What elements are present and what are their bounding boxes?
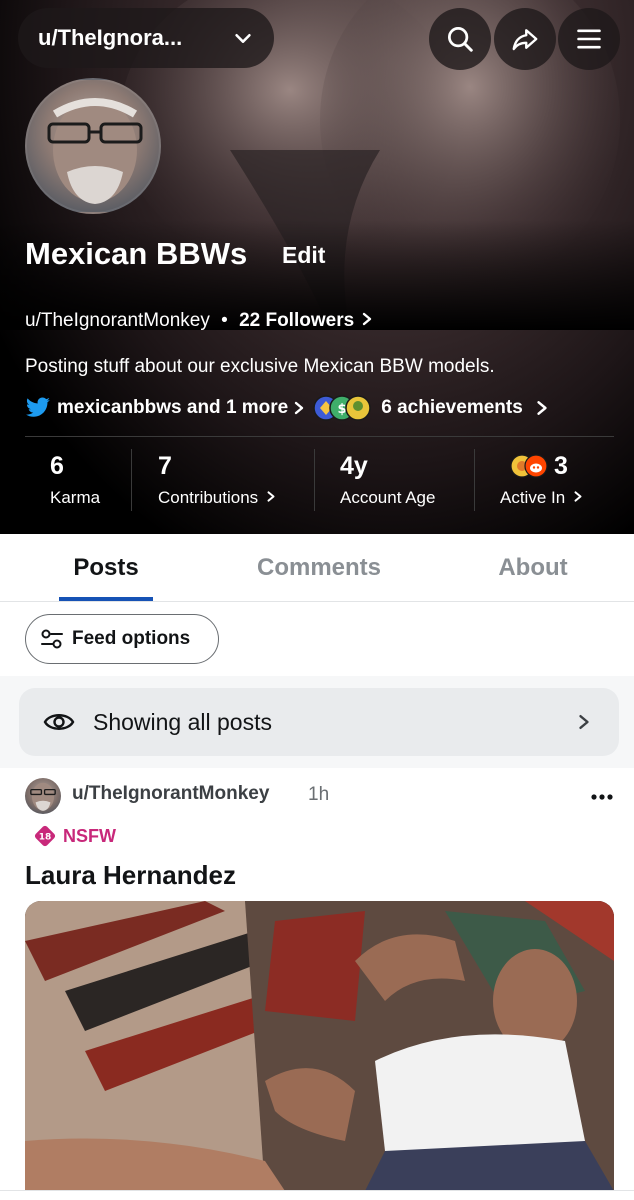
community-icons — [510, 454, 548, 478]
achievement-badges-icon: $ — [313, 395, 371, 421]
post-title[interactable]: Laura Hernandez — [25, 860, 236, 891]
stat-separator — [474, 449, 475, 511]
chevron-right-icon — [363, 312, 372, 326]
stat-value-row: 3 — [500, 450, 583, 482]
nsfw-badge-number: 18 — [39, 833, 52, 843]
display-name: Mexican BBWs — [25, 236, 248, 271]
stat-label: Account Age — [340, 488, 436, 507]
social-links-row: mexicanbbws and 1 more $ 6 achievements — [25, 394, 549, 422]
menu-button[interactable] — [558, 8, 620, 70]
stat-active-in[interactable]: 3 Active In — [500, 450, 583, 508]
chevron-right-icon — [579, 715, 589, 729]
stat-separator — [131, 449, 132, 511]
stat-label: Contributions — [158, 488, 259, 507]
showing-all-posts-row[interactable]: Showing all posts — [19, 688, 619, 756]
username-dropdown[interactable]: u/TheIgnora... — [18, 8, 274, 68]
avatar-portrait — [30, 782, 56, 811]
profile-meta: u/TheIgnorantMonkey • 22 Followers — [25, 310, 373, 332]
edit-profile-button[interactable]: Edit — [282, 242, 325, 269]
chevron-right-icon — [267, 491, 275, 502]
twitter-icon — [26, 397, 50, 417]
post-photo — [25, 901, 614, 1191]
tab-comments[interactable]: Comments — [229, 534, 409, 602]
bottom-edge — [0, 1190, 634, 1200]
stat-value: 4y — [340, 451, 368, 480]
stat-label: Active In — [500, 488, 566, 507]
feed-options-label: Feed options — [72, 628, 191, 649]
sliders-icon — [41, 629, 63, 649]
avatar-portrait — [47, 98, 143, 204]
search-icon — [448, 27, 473, 52]
chevron-down-icon — [235, 33, 251, 43]
chevron-right-icon — [574, 491, 582, 502]
stat-value: 7 — [158, 451, 172, 480]
stat-account-age: 4y Account Age — [340, 450, 435, 508]
post-timestamp: 1h — [308, 784, 330, 805]
profile-username: u/TheIgnorantMonkey — [25, 310, 210, 331]
feed-options-button[interactable]: Feed options — [25, 614, 219, 664]
share-icon — [512, 29, 538, 51]
chevron-right-icon — [537, 401, 547, 415]
nsfw-tag: 18 NSFW — [33, 824, 116, 848]
chevron-right-icon — [295, 401, 304, 415]
username-dropdown-label: u/TheIgnora... — [38, 25, 183, 50]
svg-text:$: $ — [338, 402, 347, 417]
menu-icon — [577, 29, 601, 49]
stat-value: 6 — [50, 451, 64, 480]
search-button[interactable] — [429, 8, 491, 70]
stat-label-row: Contributions — [158, 488, 276, 508]
stat-separator — [314, 449, 315, 511]
profile-page: u/TheIgnora... Mexican BBWs Edit u/TheIg… — [0, 0, 634, 1200]
stat-label-row: Active In — [500, 488, 583, 508]
profile-tabs: Posts Comments About — [0, 534, 634, 602]
stat-karma: 6 Karma — [50, 450, 100, 508]
showing-all-posts-label: Showing all posts — [93, 708, 272, 735]
eye-icon — [43, 714, 75, 730]
more-options-icon[interactable] — [588, 787, 616, 807]
post-author[interactable]: u/TheIgnorantMonkey — [72, 783, 269, 805]
header-divider — [25, 436, 614, 437]
post-image[interactable] — [25, 901, 614, 1191]
achievements-link[interactable]: 6 achievements — [381, 397, 523, 419]
profile-avatar — [25, 78, 161, 214]
tab-posts[interactable]: Posts — [36, 534, 176, 602]
tab-about[interactable]: About — [473, 534, 593, 602]
active-tab-indicator — [59, 597, 153, 601]
stat-contributions[interactable]: 7 Contributions — [158, 450, 276, 508]
share-button[interactable] — [494, 8, 556, 70]
social-link[interactable]: mexicanbbws and 1 more — [57, 397, 288, 419]
post-author-avatar[interactable] — [25, 778, 61, 814]
meta-separator: • — [221, 310, 228, 331]
followers-link[interactable]: 22 Followers — [239, 310, 354, 331]
stat-label: Karma — [50, 488, 101, 507]
profile-bio: Posting stuff about our exclusive Mexica… — [25, 356, 495, 377]
nsfw-label: NSFW — [63, 825, 116, 846]
nsfw-badge-icon: 18 — [34, 825, 56, 847]
stat-value: 3 — [554, 451, 568, 480]
profile-header: u/TheIgnora... Mexican BBWs Edit u/TheIg… — [0, 0, 634, 534]
